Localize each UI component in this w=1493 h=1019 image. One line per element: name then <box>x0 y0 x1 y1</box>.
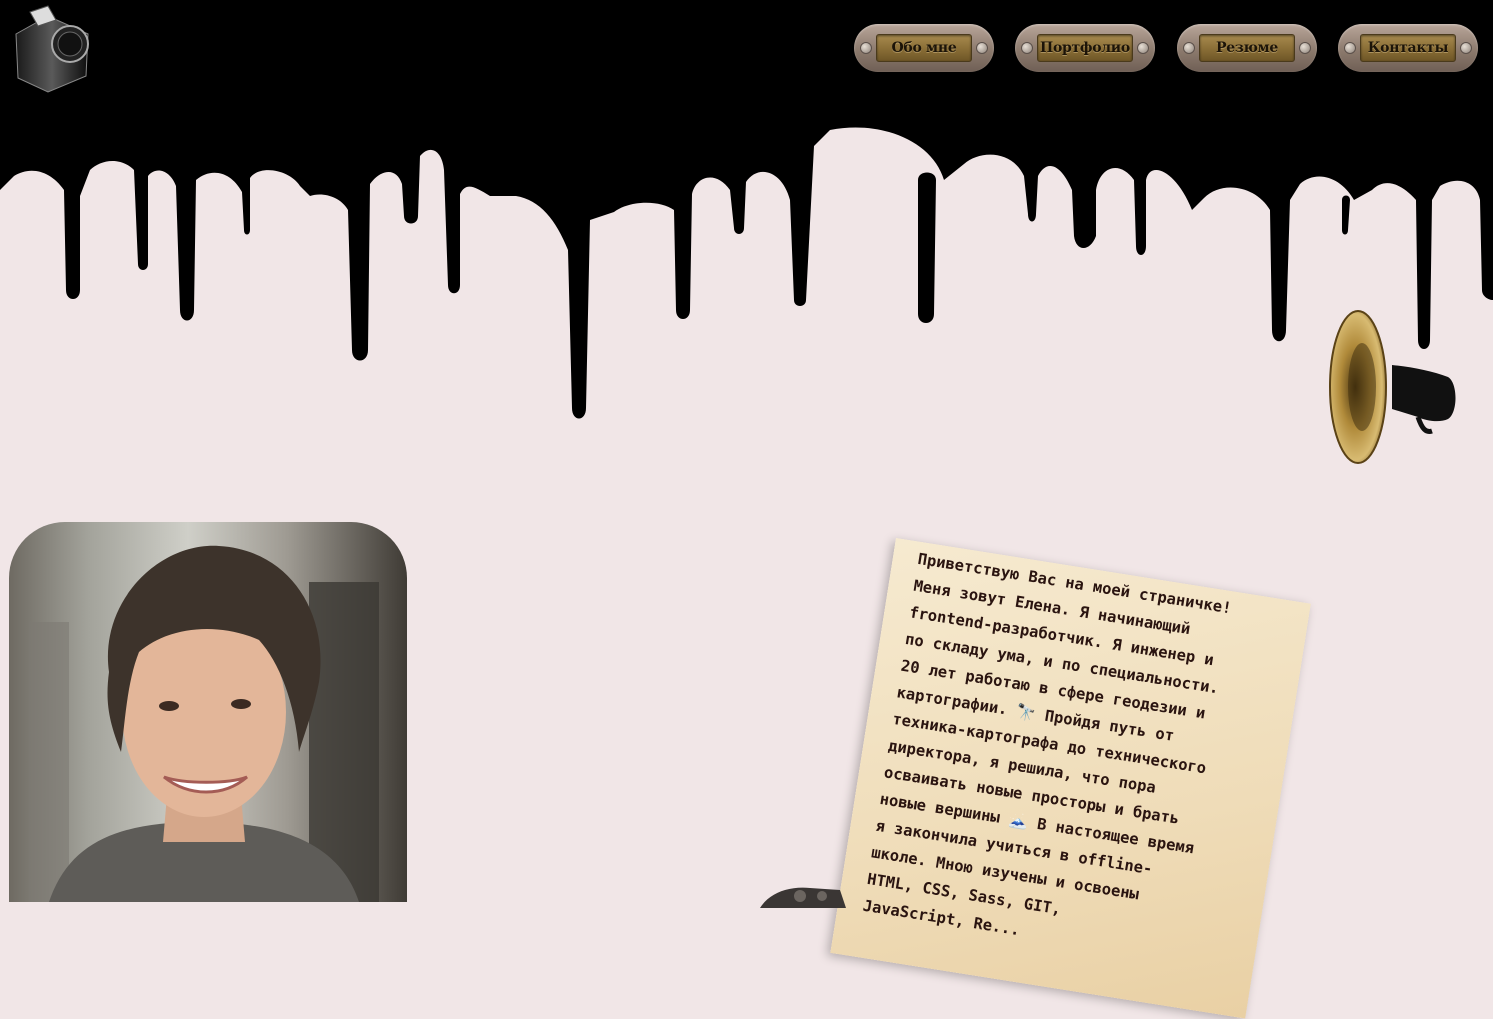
main-nav: Обо мне Портфолио Резюме Контакты <box>854 24 1480 74</box>
intro-letter-text: Приветствую Вас на моей страничке! Меня … <box>861 549 1233 940</box>
screw-icon <box>1344 42 1356 54</box>
nav-contacts-button[interactable]: Контакты <box>1338 24 1478 72</box>
nav-about-button[interactable]: Обо мне <box>854 24 994 72</box>
screw-icon <box>1137 42 1149 54</box>
profile-photo <box>9 522 407 902</box>
nav-portfolio-button[interactable]: Портфолио <box>1015 24 1155 72</box>
typewriter-icon <box>760 887 846 908</box>
screw-icon <box>976 42 988 54</box>
screw-icon <box>860 42 872 54</box>
gramophone-horn-icon[interactable] <box>1322 305 1462 470</box>
screw-icon <box>1460 42 1472 54</box>
nav-plate-inner: Контакты <box>1360 34 1456 62</box>
nav-resume-button[interactable]: Резюме <box>1177 24 1317 72</box>
page: Обо мне Портфолио Резюме Контакты Привет… <box>0 0 1493 1019</box>
nav-about-label: Обо мне <box>891 40 957 56</box>
nav-plate-inner: Обо мне <box>876 34 972 62</box>
nav-contacts-label: Контакты <box>1367 40 1449 56</box>
screw-icon <box>1021 42 1033 54</box>
nav-portfolio-label: Портфолио <box>1040 40 1130 56</box>
screw-icon <box>1299 42 1311 54</box>
nav-resume-label: Резюме <box>1216 40 1278 56</box>
portrait-illustration <box>29 545 379 902</box>
nav-plate-inner: Резюме <box>1199 34 1295 62</box>
inkwell-icon[interactable] <box>8 4 98 94</box>
nav-plate-inner: Портфолио <box>1037 34 1133 62</box>
screw-icon <box>1183 42 1195 54</box>
